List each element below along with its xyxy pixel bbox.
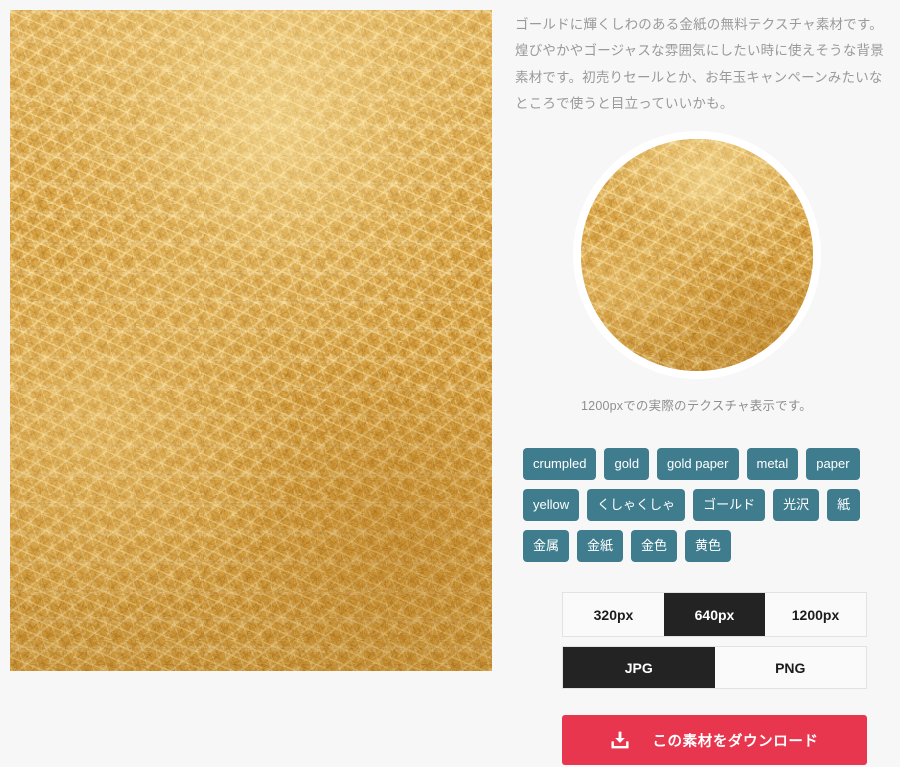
tag-chip[interactable]: yellow: [523, 489, 580, 522]
tag-chip[interactable]: 金属: [523, 530, 570, 563]
download-button-wrap: この素材をダウンロード: [562, 715, 867, 766]
main-preview-column: [0, 0, 505, 767]
tag-chip[interactable]: crumpled: [523, 448, 597, 481]
tag-chip[interactable]: 金紙: [577, 530, 624, 563]
tag-chip[interactable]: gold: [604, 448, 650, 481]
tag-chip[interactable]: paper: [806, 448, 860, 481]
format-option-jpg[interactable]: JPG: [563, 647, 715, 689]
material-description: ゴールドに輝くしわのある金紙の無料テクスチャ素材です。煌びやかやゴージャスな雰囲…: [515, 17, 884, 111]
tag-chip[interactable]: 金色: [631, 530, 678, 563]
detail-column: ゴールドに輝くしわのある金紙の無料テクスチャ素材です。煌びやかやゴージャスな雰囲…: [505, 0, 900, 767]
tag-chip[interactable]: 黄色: [685, 530, 732, 563]
tag-list: crumpled gold gold paper metal paper yel…: [523, 448, 886, 563]
download-button[interactable]: この素材をダウンロード: [562, 715, 867, 766]
tag-chip[interactable]: gold paper: [657, 448, 739, 481]
gold-grain-layer-circle: [580, 139, 813, 372]
main-texture-image[interactable]: [10, 10, 492, 671]
size-option-320[interactable]: 320px: [563, 593, 664, 637]
circle-preview-wrap: [515, 131, 886, 380]
material-detail-page: ゴールドに輝くしわのある金紙の無料テクスチャ素材です。煌びやかやゴージャスな雰囲…: [0, 0, 900, 767]
size-option-1200[interactable]: 1200px: [765, 593, 866, 637]
tag-chip[interactable]: 光沢: [773, 489, 820, 522]
tag-chip[interactable]: ゴールド: [693, 489, 766, 522]
download-button-label: この素材をダウンロード: [652, 733, 819, 750]
format-option-png[interactable]: PNG: [714, 647, 866, 689]
format-selector: JPG PNG: [562, 646, 867, 690]
tag-chip[interactable]: くしゃくしゃ: [587, 489, 686, 522]
circle-preview-caption: 1200pxでの実際のテクスチャ表示です。: [581, 399, 812, 414]
download-options: 320px 640px 1200px JPG PNG: [562, 592, 867, 690]
download-tray-icon: [611, 731, 629, 749]
circle-texture-preview[interactable]: [572, 131, 821, 380]
gold-grain-layer: [10, 10, 492, 671]
tag-chip[interactable]: 紙: [827, 489, 861, 522]
size-option-640[interactable]: 640px: [664, 593, 765, 637]
tag-chip[interactable]: metal: [746, 448, 799, 481]
size-selector: 320px 640px 1200px: [562, 592, 867, 638]
